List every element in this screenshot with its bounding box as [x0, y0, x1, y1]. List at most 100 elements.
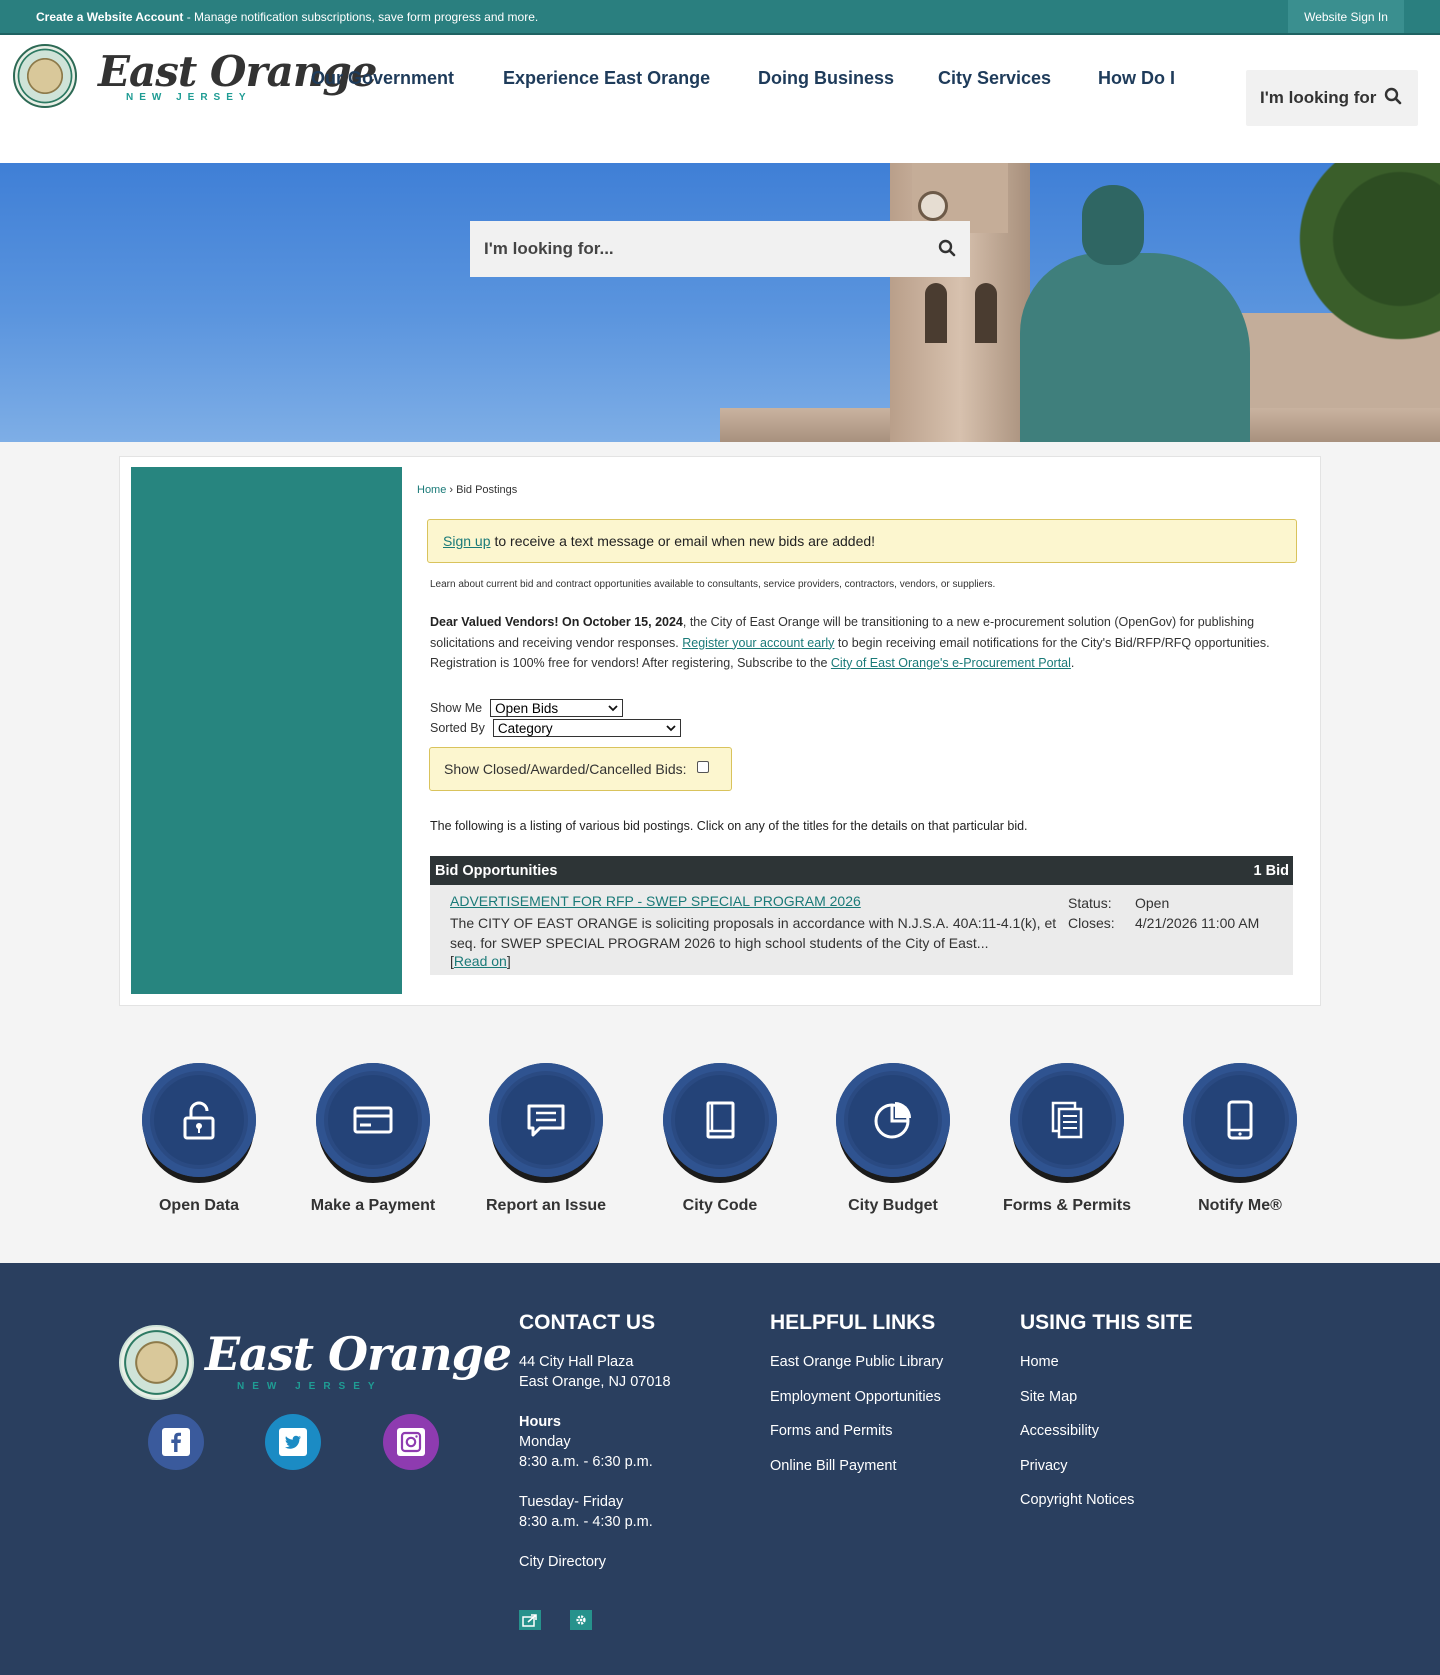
address-line: East Orange, NJ 07018 [519, 1374, 671, 1390]
create-account-link[interactable]: Create a Website Account - Manage notifi… [36, 10, 538, 24]
footer-link-library[interactable]: East Orange Public Library [770, 1354, 943, 1370]
header-search-label: I'm looking for [1260, 88, 1377, 107]
closes-label: Closes: [1068, 915, 1115, 931]
nav-doing-business[interactable]: Doing Business [758, 68, 894, 89]
facebook-button[interactable] [148, 1414, 204, 1470]
hero-search-placeholder: I'm looking for... [484, 239, 614, 258]
footer-link-bill-payment[interactable]: Online Bill Payment [770, 1458, 897, 1474]
nav-experience-east-orange[interactable]: Experience East Orange [503, 68, 710, 89]
sorted-by-select[interactable]: Category [492, 719, 681, 737]
quick-link-forms-permits[interactable]: Forms & Permits [1002, 1063, 1132, 1215]
show-me-select[interactable]: Open Bids [490, 699, 624, 717]
listing-text: The following is a listing of various bi… [430, 819, 1028, 833]
show-me-value: Open Bids [495, 700, 559, 716]
content-card: Home › Bid Postings Sign up to receive a… [119, 456, 1321, 1006]
footer-logo-text[interactable]: East Orange [205, 1327, 512, 1381]
vendor-notice-bold: Dear Valued Vendors! On October 15, 2024 [430, 615, 683, 629]
quick-link-open-data[interactable]: Open Data [134, 1063, 264, 1215]
header-search-button[interactable]: I'm looking for [1246, 70, 1418, 126]
show-me-row: Show Me Open Bids [430, 699, 624, 717]
nav-how-do-i[interactable]: How Do I [1098, 68, 1175, 89]
twitter-icon [279, 1428, 307, 1456]
nav-our-government[interactable]: Our Government [311, 68, 454, 89]
contact-us-heading: CONTACT US [519, 1311, 656, 1334]
hero-banner: I'm looking for... [0, 163, 1440, 442]
breadcrumb-home[interactable]: Home [417, 484, 446, 496]
hero-search-input[interactable]: I'm looking for... [470, 221, 970, 277]
hero-statue [1020, 253, 1250, 442]
hero-clock [918, 191, 948, 221]
footer-link-copyright[interactable]: Copyright Notices [1020, 1492, 1134, 1508]
hero-window [925, 283, 947, 343]
quick-link-make-a-payment[interactable]: Make a Payment [308, 1063, 438, 1215]
quick-link-button[interactable] [663, 1063, 777, 1177]
read-on-link[interactable]: Read on [454, 953, 507, 969]
footer-link-employment[interactable]: Employment Opportunities [770, 1389, 941, 1405]
signup-alert: Sign up to receive a text message or ema… [427, 519, 1297, 563]
gear-icon [576, 1615, 586, 1625]
footer-link-forms-permits[interactable]: Forms and Permits [770, 1423, 892, 1439]
nav-city-services[interactable]: City Services [938, 68, 1051, 89]
quick-link-label: Open Data [158, 1197, 239, 1214]
top-bar: Create a Website Account - Manage notifi… [0, 0, 1440, 35]
quick-link-notify-me[interactable]: Notify Me® [1175, 1063, 1305, 1215]
bid-table-header: Bid Opportunities 1 Bid [430, 856, 1293, 885]
quick-link-label: Report an Issue [485, 1197, 607, 1214]
share-icon [522, 1614, 537, 1627]
show-closed-bids-box: Show Closed/Awarded/Cancelled Bids: [429, 747, 732, 791]
city-seal-logo[interactable] [13, 44, 77, 108]
instagram-button[interactable] [383, 1414, 439, 1470]
e-procurement-portal-link[interactable]: City of East Orange's e-Procurement Port… [831, 656, 1071, 670]
quick-link-button[interactable] [316, 1063, 430, 1177]
quick-link-button[interactable] [489, 1063, 603, 1177]
sorted-by-label: Sorted By [430, 721, 485, 735]
quick-link-city-budget[interactable]: City Budget [828, 1063, 958, 1215]
quick-link-button[interactable] [1010, 1063, 1124, 1177]
register-account-link[interactable]: Register your account early [682, 636, 834, 650]
breadcrumb-current: Bid Postings [456, 484, 518, 496]
hero-statue-head [1082, 185, 1144, 265]
website-sign-in-button[interactable]: Website Sign In [1288, 0, 1404, 33]
bid-status-values: Open 4/21/2026 11:00 AM [1135, 893, 1259, 933]
vendor-notice-text: . [1070, 656, 1075, 670]
bid-row: ADVERTISEMENT FOR RFP - SWEP SPECIAL PRO… [430, 885, 1293, 975]
quick-link-button[interactable] [1183, 1063, 1297, 1177]
quick-link-button[interactable] [836, 1063, 950, 1177]
hours-day: Tuesday- Friday [519, 1494, 624, 1510]
credit-card-icon [353, 1106, 393, 1134]
footer-link-home[interactable]: Home [1020, 1354, 1059, 1370]
contact-address: 44 City Hall Plaza East Orange, NJ 07018 [519, 1352, 671, 1392]
search-icon [1384, 87, 1402, 110]
footer-link-site-map[interactable]: Site Map [1020, 1389, 1077, 1405]
chevron-down-icon [666, 725, 676, 732]
site-footer: East Orange NEW JERSEY CONTACT US 44 Cit… [0, 1263, 1440, 1675]
hero-tree [1280, 163, 1440, 353]
footer-link-privacy[interactable]: Privacy [1020, 1458, 1068, 1474]
quick-link-report-an-issue[interactable]: Report an Issue [481, 1063, 611, 1215]
footer-city-seal[interactable] [119, 1325, 194, 1400]
quick-link-label: City Code [682, 1197, 758, 1214]
signup-link[interactable]: Sign up [443, 533, 490, 549]
city-directory-link[interactable]: City Directory [519, 1554, 606, 1570]
footer-link-accessibility[interactable]: Accessibility [1020, 1423, 1099, 1439]
vendor-notice: Dear Valued Vendors! On October 15, 2024… [430, 612, 1290, 674]
quick-link-button[interactable] [142, 1063, 256, 1177]
share-button[interactable] [519, 1610, 541, 1630]
main-content: Home › Bid Postings Sign up to receive a… [417, 457, 1297, 1007]
bid-status-labels: Status: Closes: [1068, 893, 1115, 933]
quick-link-city-code[interactable]: City Code [655, 1063, 785, 1215]
bid-title-link[interactable]: ADVERTISEMENT FOR RFP - SWEP SPECIAL PRO… [450, 893, 861, 909]
settings-button[interactable] [570, 1610, 592, 1630]
twitter-button[interactable] [265, 1414, 321, 1470]
show-closed-bids-checkbox[interactable] [696, 761, 709, 773]
hours-time: 8:30 a.m. - 4:30 p.m. [519, 1514, 653, 1530]
show-closed-bids-label: Show Closed/Awarded/Cancelled Bids: [444, 761, 687, 777]
using-this-site-heading: USING THIS SITE [1020, 1311, 1193, 1334]
bid-description: The CITY OF EAST ORANGE is soliciting pr… [450, 915, 1057, 951]
book-icon [706, 1101, 735, 1139]
phone-icon [1227, 1100, 1253, 1140]
breadcrumb-separator: › [446, 484, 457, 496]
documents-icon [1051, 1101, 1083, 1139]
quick-link-label: City Budget [848, 1197, 938, 1214]
search-icon[interactable] [938, 239, 956, 262]
